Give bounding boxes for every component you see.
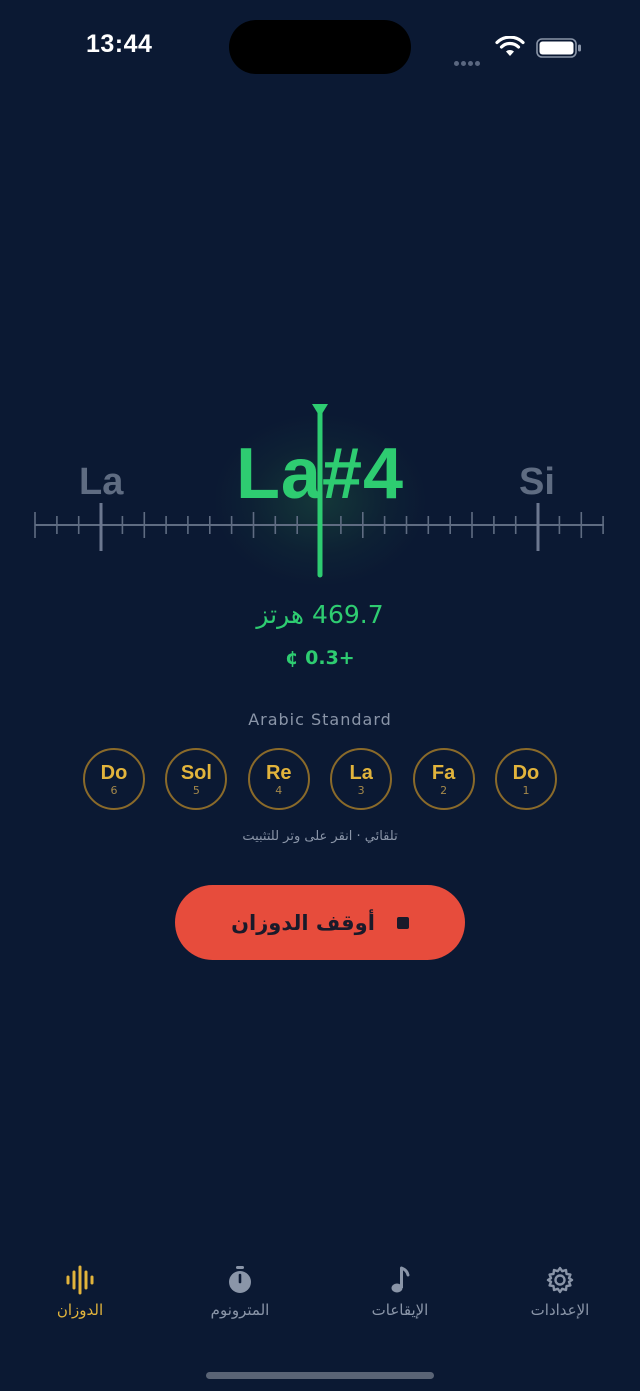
string-note: Fa (431, 761, 456, 784)
status-time: 13:44 (86, 30, 153, 58)
tab-settings[interactable]: الإعدادات (480, 1255, 640, 1319)
string-number: 1 (522, 783, 530, 797)
stop-icon (396, 916, 409, 929)
tab-label: الإيقاعات (371, 1301, 429, 1319)
string-button-3[interactable]: La 3 (330, 748, 393, 810)
cent-scale (34, 404, 604, 578)
tab-rhythms[interactable]: الإيقاعات (320, 1255, 480, 1319)
string-note: La (349, 761, 373, 784)
string-number: 3 (357, 783, 365, 797)
frequency-readout: 469.7 هرتز (256, 600, 384, 629)
home-indicator (206, 1372, 434, 1379)
dynamic-island (229, 20, 411, 74)
tab-tuner[interactable]: الدوزان (0, 1255, 160, 1319)
string-number: 6 (110, 783, 118, 797)
cellular-signal-icon (454, 51, 482, 70)
string-button-6[interactable]: Do 6 (83, 748, 145, 810)
string-button-1[interactable]: Do 1 (494, 748, 557, 810)
tab-label: المترونوم (210, 1301, 270, 1319)
tuning-name: Arabic Standard (248, 710, 392, 729)
string-button-4[interactable]: Re 4 (247, 748, 310, 810)
string-selector: Do 6 Sol 5 Re 4 La 3 Fa 2 Do 1 (83, 748, 557, 814)
tab-label: الإعدادات (530, 1301, 590, 1319)
gear-icon (546, 1266, 574, 1294)
status-bar: 13:44 (0, 0, 640, 96)
string-note: Re (265, 761, 292, 784)
string-button-2[interactable]: Fa 2 (412, 748, 475, 810)
string-note: Do (100, 761, 128, 784)
battery-icon (536, 38, 581, 58)
string-note: Do (512, 761, 540, 784)
cents-readout: +0.3 ¢ (285, 647, 355, 669)
tab-bar: الدوزان المترونوم الإيقاعات الإعدادات (0, 1255, 640, 1345)
tab-metronome[interactable]: المترونوم (160, 1255, 320, 1319)
tuning-needle (312, 404, 328, 578)
stop-button-label: أوقف الدوزان (231, 910, 375, 935)
tuner-display: La Si La#4 (0, 395, 640, 595)
string-note: Sol (180, 761, 212, 784)
string-button-5[interactable]: Sol 5 (165, 748, 228, 810)
string-number: 4 (275, 783, 283, 797)
wifi-icon (495, 36, 525, 56)
string-number: 5 (192, 783, 200, 797)
music-note-icon (391, 1266, 410, 1293)
stopwatch-icon (229, 1266, 251, 1293)
string-number: 2 (440, 783, 448, 797)
tab-label: الدوزان (56, 1301, 104, 1319)
auto-mode-hint: تلقائي · انقر على وتر للتثبيت (242, 829, 398, 844)
stop-tuning-button[interactable]: أوقف الدوزان (175, 885, 465, 960)
waveform-icon (66, 1265, 94, 1295)
